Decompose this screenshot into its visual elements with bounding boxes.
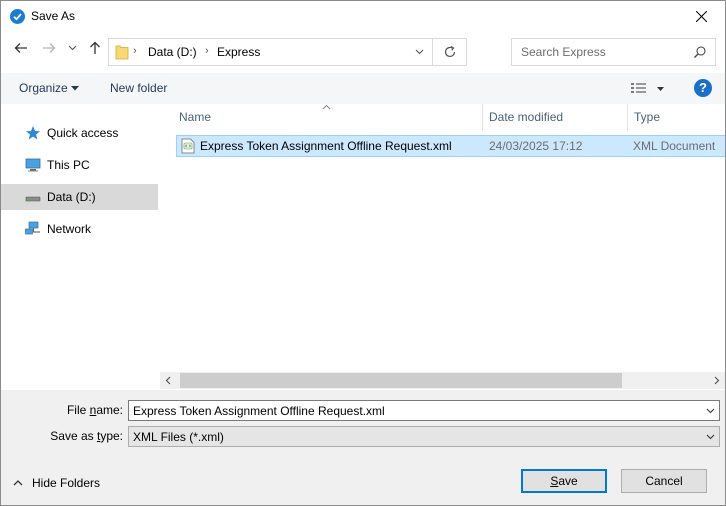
up-button[interactable] <box>87 40 103 62</box>
save-label: ave <box>558 474 578 488</box>
chevron-right-icon: › <box>133 45 137 57</box>
nav-item-data-drive[interactable]: Data (D:) <box>1 184 158 210</box>
nav-item-label: This PC <box>47 158 90 172</box>
nav-item-label: Data (D:) <box>47 190 96 204</box>
change-view-button[interactable] <box>629 80 669 98</box>
column-header-name[interactable]: Name <box>160 104 482 131</box>
scroll-left-icon[interactable] <box>165 376 171 385</box>
horizontal-scrollbar[interactable] <box>160 372 725 389</box>
arrow-right-icon <box>43 43 56 53</box>
app-check-icon <box>10 9 25 24</box>
search-placeholder: Search Express <box>521 45 606 59</box>
arrow-left-icon <box>14 43 27 53</box>
breadcrumb-express[interactable]: Express <box>217 45 260 59</box>
navigation-bar: › Data (D:) › Express Search Express <box>1 32 725 72</box>
arrow-up-icon <box>90 41 100 54</box>
column-header-date-modified[interactable]: Date modified <box>483 104 627 131</box>
refresh-icon <box>444 45 456 58</box>
drive-icon <box>25 196 41 202</box>
help-button[interactable]: ? <box>694 79 712 97</box>
close-icon <box>696 11 707 22</box>
network-icon <box>25 221 40 235</box>
save-as-type-label: Save as type: <box>41 429 123 443</box>
details-view-icon <box>631 83 664 93</box>
save-as-type-select[interactable]: XML Files (*.xml) <box>128 426 720 447</box>
window-title: Save As <box>31 9 76 23</box>
save-form: File name: Save as type: XML Files (*.xm… <box>1 390 725 505</box>
file-name: Express Token Assignment Offline Request… <box>200 139 452 153</box>
caret-down-icon <box>71 86 79 91</box>
title-bar: Save As <box>1 1 725 32</box>
column-header-label: Name <box>179 110 212 124</box>
refresh-button[interactable] <box>432 39 466 65</box>
close-button[interactable] <box>679 1 725 32</box>
nav-item-this-pc[interactable]: This PC <box>1 152 158 178</box>
save-as-type-value: XML Files (*.xml) <box>133 430 224 444</box>
search-input[interactable]: Search Express <box>511 38 716 66</box>
address-bar[interactable]: › Data (D:) › Express <box>108 38 467 66</box>
scrollbar-thumb[interactable] <box>180 373 622 388</box>
folder-icon <box>115 45 129 60</box>
chevron-up-icon <box>13 480 23 486</box>
navigation-pane: Quick access This PC Data (D:) Network <box>1 104 160 390</box>
chevron-down-icon <box>415 49 424 55</box>
back-button[interactable] <box>13 40 29 62</box>
file-name-label: File name: <box>53 403 123 417</box>
chevron-down-icon[interactable] <box>706 408 715 414</box>
forward-button[interactable] <box>41 40 57 62</box>
new-folder-button[interactable]: New folder <box>110 81 167 95</box>
label-text: Save as <box>50 429 97 443</box>
label-text: ame: <box>96 403 123 417</box>
chevron-down-icon <box>706 434 715 440</box>
nav-item-network[interactable]: Network <box>1 216 158 242</box>
scroll-right-icon[interactable] <box>714 376 720 385</box>
chevron-down-icon <box>68 45 77 51</box>
save-button[interactable]: Save <box>521 469 607 493</box>
organize-button[interactable]: Organize <box>19 81 68 95</box>
file-list: Name Date modified Type Express Token As… <box>160 104 725 390</box>
xml-file-icon <box>181 138 195 154</box>
address-dropdown-button[interactable] <box>408 39 432 65</box>
nav-item-label: Network <box>47 222 92 236</box>
command-bar: Organize New folder ? <box>1 73 725 104</box>
label-text: ype: <box>100 429 123 443</box>
star-icon <box>26 126 40 140</box>
chevron-right-icon: › <box>205 45 209 57</box>
column-header-type[interactable]: Type <box>628 104 725 131</box>
column-header-label: Date modified <box>489 110 564 124</box>
file-name-field[interactable] <box>128 400 720 421</box>
nav-item-label: Quick access <box>47 126 119 140</box>
file-date-modified: 24/03/2025 17:12 <box>489 139 583 153</box>
hide-folders-label: Hide Folders <box>32 476 101 490</box>
file-name-input[interactable] <box>129 401 699 420</box>
recent-locations-button[interactable] <box>68 45 77 67</box>
cancel-button[interactable]: Cancel <box>621 469 707 493</box>
label-text: File <box>66 403 90 417</box>
table-row[interactable]: Express Token Assignment Offline Request… <box>176 135 725 157</box>
computer-icon <box>25 158 41 172</box>
save-as-dialog: Save As › Data (D:) › Express Search Exp… <box>0 0 726 506</box>
search-icon <box>694 46 706 58</box>
file-type: XML Document <box>633 139 716 153</box>
column-header-label: Type <box>634 110 661 124</box>
breadcrumb-data-drive[interactable]: Data (D:) <box>148 45 197 59</box>
nav-item-quick-access[interactable]: Quick access <box>1 120 158 146</box>
